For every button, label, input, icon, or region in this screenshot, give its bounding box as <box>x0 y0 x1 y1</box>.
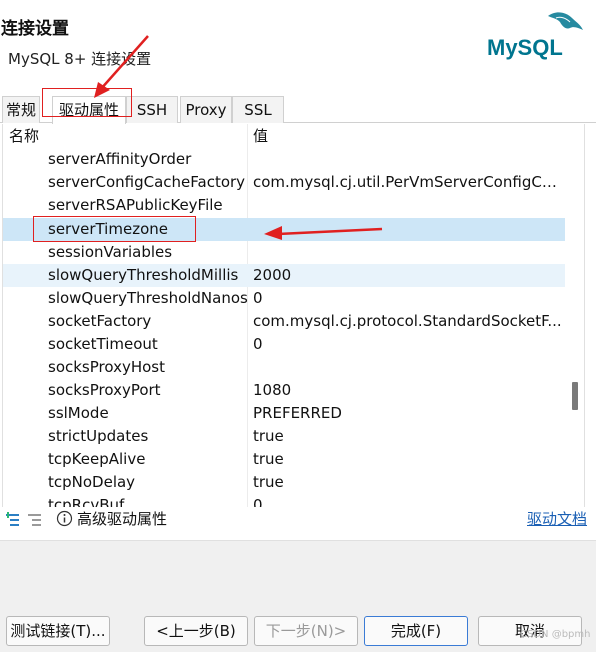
property-name: sslMode <box>48 404 109 422</box>
property-value[interactable]: true <box>253 425 563 448</box>
property-value[interactable]: 0 <box>253 287 563 310</box>
column-header-name[interactable]: 名称 <box>9 124 39 148</box>
table-row[interactable]: serverRSAPublicKeyFile <box>3 194 565 217</box>
table-scrollbar-thumb[interactable] <box>572 382 578 410</box>
table-row[interactable]: serverConfigCacheFactory com.mysql.cj.ut… <box>3 171 565 194</box>
property-value[interactable]: com.mysql.cj.util.PerVmServerConfigCac..… <box>253 171 563 194</box>
property-value[interactable]: 1080 <box>253 379 563 402</box>
tab-highlight-box <box>42 88 132 117</box>
table-row[interactable]: tcpRcvBuf 0 <box>3 494 565 507</box>
property-value[interactable]: 0 <box>253 333 563 356</box>
table-row[interactable]: strictUpdates true <box>3 425 565 448</box>
dialog-header: 连接设置 MySQL 8+ 连接设置 MySQL <box>0 0 596 88</box>
driver-docs-link[interactable]: 驱动文档 <box>527 508 587 530</box>
table-row[interactable]: slowQueryThresholdNanos 0 <box>3 287 565 310</box>
table-row[interactable]: socketTimeout 0 <box>3 333 565 356</box>
property-name: socksProxyPort <box>48 381 161 399</box>
tab-ssl[interactable]: SSL <box>232 96 284 123</box>
dialog-footer: 测试链接(T)... <上一步(B) 下一步(N)> 完成(F) 取消 <box>0 540 596 652</box>
table-row[interactable]: sslMode PREFERRED <box>3 402 565 425</box>
page-subtitle: MySQL 8+ 连接设置 <box>8 50 152 68</box>
row-highlight-box <box>33 216 196 242</box>
property-name: slowQueryThresholdMillis <box>48 266 239 284</box>
property-name: slowQueryThresholdNanos <box>48 289 248 307</box>
page-title: 连接设置 <box>1 19 69 39</box>
property-name: socksProxyHost <box>48 358 165 376</box>
property-value[interactable]: true <box>253 471 563 494</box>
property-name: socketFactory <box>48 312 152 330</box>
property-value[interactable]: 0 <box>253 494 563 507</box>
test-connection-button[interactable]: 测试链接(T)... <box>6 616 110 646</box>
tab-general[interactable]: 常规 <box>2 96 40 123</box>
driver-props-toolbar: 高级驱动属性 驱动文档 <box>0 508 596 530</box>
table-row[interactable]: slowQueryThresholdMillis 2000 <box>3 264 565 287</box>
property-name: tcpRcvBuf <box>48 496 125 507</box>
property-value[interactable]: true <box>253 448 563 471</box>
properties-table: 名称 值 serverAffinityOrder serverConfigCac… <box>2 124 585 507</box>
tab-proxy[interactable]: Proxy <box>180 96 232 123</box>
property-name: tcpKeepAlive <box>48 450 146 468</box>
table-row[interactable]: serverAffinityOrder <box>3 148 565 171</box>
table-row[interactable]: socksProxyHost <box>3 356 565 379</box>
remove-property-icon[interactable] <box>27 511 45 527</box>
watermark: CSDN @bpmh <box>520 629 591 640</box>
property-value[interactable]: 2000 <box>253 264 563 287</box>
column-header-value[interactable]: 值 <box>253 124 268 148</box>
property-name: socketTimeout <box>48 335 158 353</box>
property-value[interactable]: PREFERRED <box>253 402 563 425</box>
property-value[interactable]: com.mysql.cj.protocol.StandardSocketF... <box>253 310 563 333</box>
mysql-logo: MySQL <box>487 12 583 60</box>
property-name: serverAffinityOrder <box>48 150 192 168</box>
property-name: serverRSAPublicKeyFile <box>48 196 223 214</box>
table-row[interactable]: tcpNoDelay true <box>3 471 565 494</box>
advanced-driver-properties-label: 高级驱动属性 <box>77 510 168 528</box>
table-row[interactable]: sessionVariables <box>3 241 565 264</box>
property-name: sessionVariables <box>48 243 173 261</box>
finish-button[interactable]: 完成(F) <box>364 616 468 646</box>
table-row[interactable]: socketFactory com.mysql.cj.protocol.Stan… <box>3 310 565 333</box>
table-row[interactable]: socksProxyPort 1080 <box>3 379 565 402</box>
table-row[interactable]: tcpKeepAlive true <box>3 448 565 471</box>
next-button[interactable]: 下一步(N)> <box>254 616 358 646</box>
property-name: strictUpdates <box>48 427 149 445</box>
tab-ssh[interactable]: SSH <box>126 96 178 123</box>
property-name: tcpNoDelay <box>48 473 136 491</box>
back-button[interactable]: <上一步(B) <box>144 616 248 646</box>
mysql-logo-text: MySQL <box>487 35 563 60</box>
property-name: serverConfigCacheFactory <box>48 173 246 191</box>
add-property-icon[interactable] <box>5 511 23 527</box>
info-icon <box>56 510 73 527</box>
